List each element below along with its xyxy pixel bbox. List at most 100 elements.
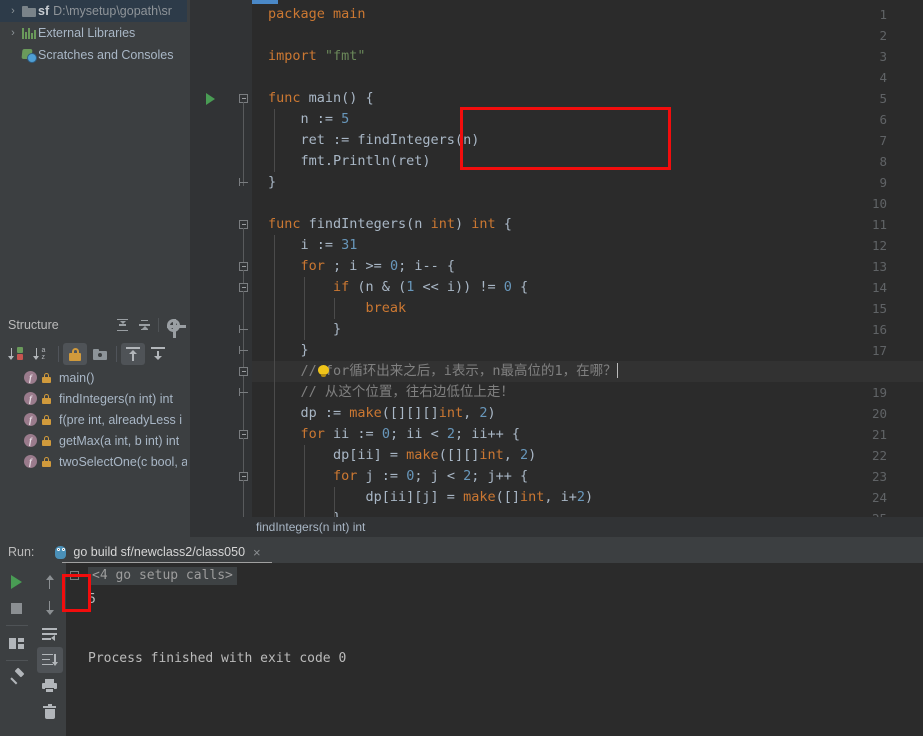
- code-line[interactable]: dp := make([][][]int, 2): [268, 403, 496, 424]
- code-line[interactable]: import "fmt": [268, 46, 366, 67]
- function-icon: f: [24, 392, 37, 405]
- intention-bulb-icon[interactable]: [318, 365, 329, 378]
- sort-alphabetically-icon[interactable]: az: [30, 343, 54, 365]
- scroll-to-end-icon[interactable]: [36, 647, 63, 673]
- fold-toggle[interactable]: [239, 346, 248, 355]
- print-icon[interactable]: [37, 673, 63, 699]
- stop-icon[interactable]: [4, 595, 30, 621]
- project-tree-panel[interactable]: › sf D:\mysetup\gopath\sr › External Libr…: [0, 0, 190, 290]
- code-line[interactable]: break: [268, 298, 407, 319]
- settings-gear-icon[interactable]: [162, 314, 186, 338]
- folder-icon: [20, 5, 38, 17]
- run-tab[interactable]: go build sf/newclass2/class050 ×: [54, 541, 261, 563]
- code-line[interactable]: // for循环出来之后，i表示，n最高位的1，在哪？: [252, 361, 923, 382]
- chevron-right-icon[interactable]: ›: [6, 5, 20, 17]
- fold-toggle[interactable]: [239, 388, 248, 397]
- structure-item[interactable]: f f(pre int, alreadyLess i: [0, 409, 190, 430]
- clear-all-icon[interactable]: [37, 699, 63, 725]
- code-line[interactable]: func main() {: [268, 88, 374, 109]
- code-token: 2: [446, 426, 455, 442]
- soft-wrap-icon[interactable]: [37, 621, 63, 647]
- editor-fold-strip[interactable]: [236, 0, 252, 517]
- code-editor[interactable]: 1234567891011121314151617181920212223242…: [190, 0, 923, 517]
- structure-panel-toolbar: az: [0, 341, 190, 367]
- tree-item-label: sf D:\mysetup\gopath\sr: [38, 4, 172, 18]
- run-icon[interactable]: [4, 569, 30, 595]
- structure-hscrollbar-track[interactable]: [0, 527, 190, 536]
- code-token: ([]: [495, 489, 520, 505]
- code-text-area[interactable]: package main import "fmt" func main() { n …: [252, 0, 923, 517]
- text-cursor: [616, 363, 618, 378]
- code-token: dp :=: [268, 405, 350, 421]
- structure-item-label: f(pre int, alreadyLess i: [59, 412, 182, 427]
- chevron-right-icon[interactable]: ›: [6, 27, 20, 39]
- code-line[interactable]: for ii := 0; ii < 2; ii++ {: [268, 424, 521, 445]
- indent-guide: [274, 109, 275, 172]
- code-line[interactable]: package main: [268, 4, 366, 25]
- code-line[interactable]: for j := 0; j < 2; j++ {: [268, 466, 528, 487]
- project-tree-hscrollbar-track[interactable]: [0, 299, 190, 608]
- code-token: for: [300, 426, 325, 442]
- tree-item-project-root[interactable]: › sf D:\mysetup\gopath\sr: [0, 0, 190, 22]
- collapse-all-icon[interactable]: [133, 314, 155, 336]
- code-line[interactable]: fmt.Println(ret): [268, 151, 431, 172]
- code-token: break: [365, 300, 407, 316]
- code-token: fmt.Println(ret): [268, 153, 431, 169]
- code-token: 31: [341, 237, 358, 253]
- function-icon: f: [24, 455, 37, 468]
- code-line[interactable]: ret := findIntegers(n): [268, 130, 480, 151]
- console-fold-toggle[interactable]: [70, 571, 79, 580]
- code-line[interactable]: n := 5: [268, 109, 350, 130]
- code-token: {: [511, 279, 529, 295]
- structure-title: Structure: [8, 318, 59, 332]
- structure-item[interactable]: f twoSelectOne(c bool, a: [0, 451, 190, 472]
- fold-toggle[interactable]: [239, 178, 248, 187]
- ide-window: › sf D:\mysetup\gopath\sr › External Libr…: [0, 0, 923, 736]
- show-inherited-icon[interactable]: [121, 343, 145, 365]
- code-line[interactable]: if (n & (1 << i)) != 0 {: [268, 277, 528, 298]
- code-token: func: [268, 216, 301, 232]
- sort-by-visibility-icon[interactable]: [5, 343, 29, 365]
- code-token: ,: [503, 447, 520, 463]
- pin-icon[interactable]: [4, 665, 30, 691]
- code-line[interactable]: }: [268, 172, 276, 193]
- scroll-up-icon[interactable]: [37, 569, 63, 595]
- show-anonymous-icon[interactable]: [146, 343, 170, 365]
- console-folded-line[interactable]: <4 go setup calls>: [88, 567, 237, 585]
- code-line[interactable]: // 从这个位置，往右边低位上走！: [268, 382, 514, 403]
- fold-toggle[interactable]: [239, 367, 248, 376]
- fold-toggle[interactable]: [239, 325, 248, 334]
- editor-breadcrumb[interactable]: findIntegers(n int) int: [190, 517, 923, 537]
- code-line[interactable]: dp[ii] = make([][]int, 2): [268, 445, 536, 466]
- lock-icon: [42, 456, 51, 467]
- code-line[interactable]: i := 31: [268, 235, 358, 256]
- layout-icon[interactable]: [4, 630, 30, 656]
- structure-item[interactable]: f findIntegers(n int) int: [0, 388, 190, 409]
- expand-all-icon[interactable]: [111, 314, 133, 336]
- run-gutter-icon[interactable]: [206, 93, 215, 105]
- structure-item[interactable]: f getMax(a int, b int) int: [0, 430, 190, 451]
- code-token: , i+: [544, 489, 577, 505]
- show-non-public-icon[interactable]: [63, 343, 87, 365]
- code-token: << i)) !=: [414, 279, 504, 295]
- group-icon[interactable]: [88, 343, 112, 365]
- tree-item-scratches-and-consoles[interactable]: Scratches and Consoles: [0, 44, 190, 66]
- code-token: dp[ii][j] =: [268, 489, 464, 505]
- code-token: }: [268, 174, 277, 190]
- close-icon[interactable]: ×: [253, 545, 261, 560]
- code-line[interactable]: func findIntegers(n int) int {: [268, 214, 512, 235]
- indent-guide: [304, 445, 305, 517]
- run-console-output[interactable]: <4 go setup calls> 5 Process finished wi…: [66, 563, 923, 736]
- code-line[interactable]: for ; i >= 0; i-- {: [268, 256, 455, 277]
- structure-item[interactable]: f main(): [0, 367, 190, 388]
- structure-list[interactable]: f main() f findIntegers(n int) int f f(p…: [0, 367, 190, 505]
- structure-item-label: main(): [59, 370, 95, 385]
- code-token: ; i >=: [324, 258, 390, 274]
- scroll-down-icon[interactable]: [37, 595, 63, 621]
- code-token: ii :=: [324, 426, 382, 442]
- code-line[interactable]: dp[ii][j] = make([]int, i+2): [268, 487, 594, 508]
- tree-item-external-libraries[interactable]: › External Libraries: [0, 22, 190, 44]
- structure-item-label: twoSelectOne(c bool, a: [59, 454, 189, 469]
- structure-panel-header: Structure: [0, 313, 190, 338]
